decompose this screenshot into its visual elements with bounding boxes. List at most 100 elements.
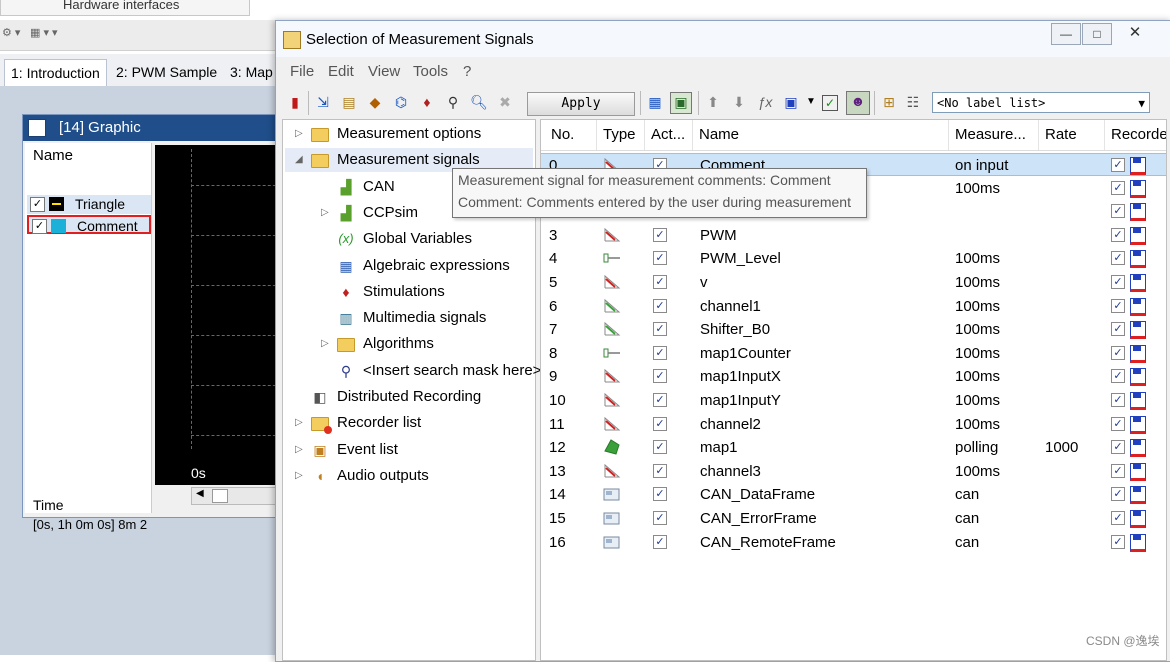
recorder-checkbox[interactable]: ✓ (1111, 416, 1125, 431)
table-row[interactable]: 5 ✓ v 100ms ✓ (541, 271, 1166, 294)
scroll-left-icon[interactable]: ◀ (196, 488, 204, 499)
expand-toggle-icon[interactable]: ▷ (295, 122, 307, 146)
formula-icon[interactable]: ƒx (756, 93, 774, 111)
table-row[interactable]: 4 ✓ PWM_Level 100ms ✓ (541, 247, 1166, 270)
menu-view[interactable]: View (368, 63, 400, 80)
recorder-save-icon[interactable] (1130, 250, 1146, 269)
recorder-checkbox[interactable]: ✓ (1111, 369, 1125, 384)
recorder-checkbox[interactable]: ✓ (1111, 440, 1125, 455)
table-row[interactable]: 9 ✓ map1InputX 100ms ✓ (541, 365, 1166, 388)
grid-icon[interactable]: ▦ ▾ ▾ (30, 26, 58, 39)
minimize-button[interactable]: — (1051, 23, 1081, 45)
column-active[interactable]: Act... (645, 120, 693, 150)
table-row[interactable]: 6 ✓ channel1 100ms ✓ (541, 295, 1166, 318)
menu-edit[interactable]: Edit (328, 63, 354, 80)
tree-item[interactable]: ▷ Measurement options (285, 122, 533, 146)
recorder-save-icon[interactable] (1130, 510, 1146, 528)
tab-pwm-sample[interactable]: 2: PWM Sample (110, 59, 223, 85)
recorder-save-icon[interactable] (1130, 274, 1146, 292)
active-checkbox[interactable]: ✓ (653, 369, 667, 384)
recorder-save-icon[interactable] (1130, 203, 1146, 222)
recorder-checkbox[interactable]: ✓ (1111, 158, 1125, 172)
recorder-save-icon[interactable] (1130, 462, 1146, 481)
recorder-checkbox[interactable]: ✓ (1111, 393, 1125, 407)
device-icon[interactable]: ▤ (340, 93, 358, 111)
recorder-save-icon[interactable] (1130, 157, 1146, 175)
recorder-checkbox[interactable]: ✓ (1111, 345, 1125, 360)
column-type[interactable]: Type (597, 120, 645, 150)
scroll-thumb[interactable] (212, 489, 228, 503)
tree-item[interactable]: ▷ ◖ Audio outputs (285, 464, 533, 488)
recorder-save-icon[interactable] (1130, 344, 1146, 363)
table-row[interactable]: 13 ✓ channel3 100ms ✓ (541, 460, 1166, 483)
recorder-checkbox[interactable]: ✓ (1111, 511, 1125, 525)
recorder-checkbox[interactable]: ✓ (1111, 534, 1125, 549)
tree-item[interactable]: ⚲ <Insert search mask here> (285, 359, 542, 383)
recorder-save-icon[interactable] (1130, 226, 1146, 245)
table-row[interactable]: 7 ✓ Shifter_B0 100ms ✓ (541, 318, 1166, 341)
tab-introduction[interactable]: 1: Introduction (4, 59, 107, 86)
module-icon[interactable]: ◆ (366, 93, 384, 111)
recorder-checkbox[interactable]: ✓ (1111, 251, 1125, 266)
menu-file[interactable]: File (290, 63, 314, 80)
expand-toggle-icon[interactable]: ◢ (295, 148, 307, 172)
legend-item-comment[interactable]: ✓ Comment (27, 215, 151, 234)
active-checkbox[interactable]: ✓ (653, 298, 667, 313)
recorder-save-icon[interactable] (1130, 179, 1146, 198)
maximize-button[interactable]: □ (1082, 23, 1112, 45)
expand-toggle-icon[interactable]: ▷ (295, 411, 307, 435)
tree-item[interactable]: (x) Global Variables (285, 227, 533, 251)
expand-toggle-icon[interactable]: ▷ (321, 332, 333, 356)
save-icon[interactable]: ▣ (782, 93, 800, 111)
menu-help[interactable]: ? (463, 63, 471, 80)
column-measure[interactable]: Measure... (949, 120, 1039, 150)
network-icon[interactable]: ⌬ (392, 93, 410, 111)
expand-toggle-icon[interactable]: ▷ (295, 464, 307, 488)
table-row[interactable]: 3 ✓ PWM ✓ (541, 224, 1166, 247)
signal-list-icon[interactable]: ▦ (646, 93, 664, 111)
active-checkbox[interactable]: ✓ (653, 511, 667, 525)
move-up-icon[interactable]: ⬆ (704, 93, 722, 111)
table-row[interactable]: 8 ✓ map1Counter 100ms ✓ (541, 342, 1166, 365)
graphic-window-title[interactable]: [14] Graphic (23, 115, 281, 141)
recorder-checkbox[interactable]: ✓ (1111, 487, 1125, 502)
recorder-checkbox[interactable]: ✓ (1111, 227, 1125, 242)
recorder-save-icon[interactable] (1130, 486, 1146, 505)
label-list-select[interactable]: <No label list> ▼ (932, 92, 1150, 113)
table-row[interactable]: 10 ✓ map1InputY 100ms ✓ (541, 389, 1166, 412)
horizontal-scrollbar[interactable]: ◀ (191, 487, 283, 505)
binoculars-icon[interactable]: ⚲ (444, 93, 462, 111)
column-recorder[interactable]: Recorde (1105, 120, 1166, 150)
recorder-checkbox[interactable]: ✓ (1111, 204, 1125, 219)
expand-toggle-icon[interactable]: ▷ (295, 438, 307, 462)
table-row[interactable]: 11 ✓ channel2 100ms ✓ (541, 413, 1166, 436)
table-row[interactable]: 16 ✓ CAN_RemoteFrame can ✓ (541, 531, 1166, 554)
exit-icon[interactable]: ▮ (286, 93, 304, 111)
stimulus-icon[interactable]: ♦ (418, 93, 436, 111)
active-checkbox[interactable]: ✓ (653, 393, 667, 407)
column-rate[interactable]: Rate (1039, 120, 1105, 150)
delete-icon[interactable]: ✖ (496, 93, 514, 111)
expand-toggle-icon[interactable]: ▷ (321, 201, 333, 225)
plot-area[interactable] (155, 145, 281, 485)
label-add-icon[interactable]: ⊞ (880, 93, 898, 111)
active-checkbox[interactable]: ✓ (653, 345, 667, 360)
close-button[interactable]: ✕ (1121, 23, 1149, 43)
recorder-checkbox[interactable]: ✓ (1111, 298, 1125, 313)
tree-item[interactable]: ◧ Distributed Recording (285, 385, 533, 409)
active-checkbox[interactable]: ✓ (653, 416, 667, 431)
apply-button[interactable]: Apply (527, 92, 635, 116)
tree-item[interactable]: ▷ Algorithms (285, 332, 533, 356)
recorder-save-icon[interactable] (1130, 415, 1146, 434)
active-checkbox[interactable]: ✓ (653, 322, 667, 337)
recorder-save-icon[interactable] (1130, 321, 1146, 340)
active-checkbox[interactable]: ✓ (653, 463, 667, 478)
tool-icon[interactable]: ⚙ ▾ (2, 26, 20, 39)
table-row[interactable]: 12 ✓ map1 polling 1000 ✓ (541, 436, 1166, 459)
tree-item[interactable]: ▦ Algebraic expressions (285, 254, 533, 278)
tree-item[interactable]: ▷ ▣ Event list (285, 438, 533, 462)
tree-item[interactable]: ♦ Stimulations (285, 280, 533, 304)
tree-item[interactable]: ▥ Multimedia signals (285, 306, 533, 330)
label-list-icon[interactable]: ☷ (904, 93, 922, 111)
legend-item-triangle[interactable]: ✓ Triangle (27, 195, 151, 214)
